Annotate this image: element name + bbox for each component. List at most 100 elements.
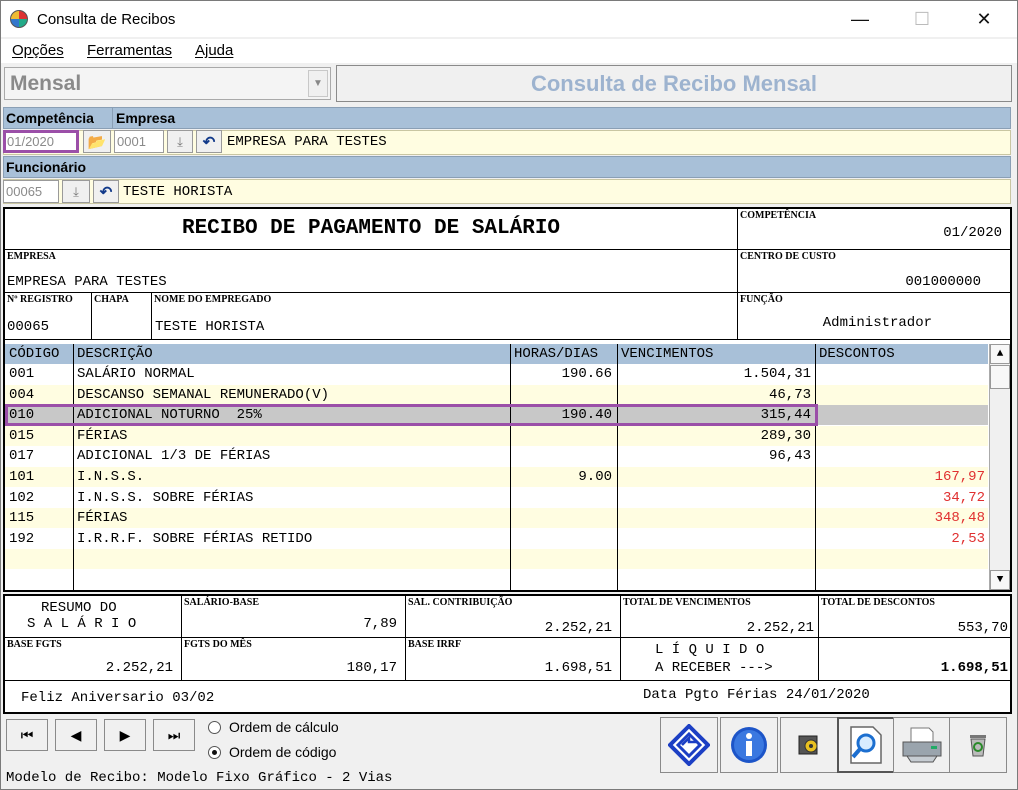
cell-codigo: 101 (9, 469, 35, 485)
centro-custo-caption: CENTRO DE CUSTO (740, 251, 836, 262)
total-vencimentos-caption: TOTAL DE VENCIMENTOS (623, 597, 751, 608)
first-record-button[interactable]: ⏮ (6, 719, 48, 751)
base-irrf-value: 1.698,51 (544, 660, 612, 676)
sal-contribuicao-caption: SAL. CONTRIBUIÇÃO (408, 597, 513, 608)
scroll-down-icon[interactable]: ▼ (990, 570, 1010, 590)
summary: RESUMO DO S A L Á R I O SALÁRIO-BASE 7,8… (3, 594, 1012, 714)
window-title: Consulta de Recibos (37, 11, 176, 28)
base-fgts-value: 2.252,21 (105, 660, 173, 676)
table-row[interactable]: 017 ADICIONAL 1/3 DE FÉRIAS 96,43 (5, 446, 988, 467)
selected-row-highlight (5, 404, 818, 427)
scroll-up-icon[interactable]: ▲ (990, 344, 1010, 364)
sync-button[interactable] (660, 717, 718, 773)
liquido-line1: L Í Q U I D O (655, 642, 765, 658)
download-icon[interactable]: ⤓ (62, 180, 90, 203)
table-row[interactable]: 004 DESCANSO SEMANAL REMUNERADO(V) 46,73 (5, 384, 988, 405)
col-descricao[interactable]: DESCRIÇÃO (77, 346, 153, 362)
col-horas[interactable]: HORAS/DIAS (514, 346, 598, 362)
competencia-value: 01/2020 (943, 225, 1002, 241)
window: Consulta de Recibos — ☐ ✕ Opções Ferrame… (0, 0, 1018, 790)
order-codigo-radio[interactable]: Ordem de código (208, 744, 336, 760)
chevron-down-icon[interactable]: ▼ (308, 70, 328, 97)
empresa-caption: EMPRESA (7, 251, 56, 262)
base-fgts-caption: BASE FGTS (7, 639, 62, 650)
table-row[interactable]: 001 SALÁRIO NORMAL 190.66 1.504,31 (5, 364, 988, 384)
data-pgto-ferias: Data Pgto Férias 24/01/2020 (643, 687, 870, 703)
minimize-icon: — (851, 8, 869, 29)
cell-horas: 190.66 (561, 366, 612, 382)
chapa-cell: CHAPA (92, 293, 152, 340)
cell-descricao: SALÁRIO NORMAL (77, 366, 195, 382)
resumo-cell: RESUMO DO S A L Á R I O (5, 596, 182, 638)
preview-button[interactable] (837, 717, 895, 773)
menu-ferramentas[interactable]: Ferramentas (87, 42, 172, 59)
next-icon: ▶ (119, 726, 131, 743)
close-icon: ✕ (976, 8, 992, 29)
minimize-button[interactable]: — (837, 1, 883, 37)
grid-scrollbar[interactable]: ▲ ▼ (989, 344, 1010, 590)
cell-codigo: 017 (9, 448, 35, 465)
receipt-title: RECIBO DE PAGAMENTO DE SALÁRIO (181, 217, 561, 240)
last-record-button[interactable]: ⏭ (153, 719, 195, 751)
close-button[interactable]: ✕ (961, 1, 1007, 37)
cell-codigo: 004 (9, 386, 35, 403)
previous-record-button[interactable]: ◀ (55, 719, 97, 751)
table-row[interactable]: 102 I.N.S.S. SOBRE FÉRIAS 34,72 (5, 487, 988, 508)
funcionario-label: Funcionário (6, 159, 87, 175)
funcionario-header: Funcionário (3, 156, 1011, 178)
total-descontos-value: 553,70 (957, 620, 1008, 636)
resumo-line2: S A L Á R I O (27, 616, 137, 632)
grid-divider (815, 344, 816, 590)
menu-opcoes[interactable]: Opções (12, 42, 64, 59)
liquido-value-cell: 1.698,51 (819, 638, 1010, 681)
radio-icon (208, 721, 221, 734)
table-row[interactable]: 115 FÉRIAS 348,48 (5, 508, 988, 529)
table-row[interactable]: 015 FÉRIAS 289,30 (5, 425, 988, 446)
menu-ajuda[interactable]: Ajuda (195, 42, 233, 59)
fgts-mes-cell: FGTS DO MÊS 180,17 (182, 638, 406, 681)
cell-codigo: 115 (9, 510, 35, 527)
table-row[interactable]: 101 I.N.S.S. 9.00 167,97 (5, 467, 988, 487)
competencia-field[interactable]: 01/2020 (3, 130, 79, 153)
funcionario-name: TESTE HORISTA (123, 184, 233, 200)
menu-bar: Opções Ferramentas Ajuda (1, 39, 1017, 63)
col-codigo[interactable]: CÓDIGO (9, 346, 59, 362)
grid-divider (510, 344, 511, 590)
funcionario-code-field[interactable]: 00065 (3, 180, 59, 203)
base-irrf-caption: BASE IRRF (408, 639, 462, 650)
maximize-icon: ☐ (913, 8, 931, 29)
scroll-thumb[interactable] (990, 365, 1010, 389)
nome-caption: NOME DO EMPREGADO (154, 294, 272, 305)
cell-vencimentos: 46,73 (768, 386, 811, 403)
sal-contribuicao-value: 2.252,21 (544, 620, 612, 636)
table-row[interactable]: 192 I.R.R.F. SOBRE FÉRIAS RETIDO 2,53 (5, 528, 988, 549)
mode-select[interactable]: Mensal ▼ (4, 67, 331, 100)
next-record-button[interactable]: ▶ (104, 719, 146, 751)
settings-button[interactable] (780, 717, 838, 773)
empresa-cell: EMPRESA EMPRESA PARA TESTES (5, 250, 738, 293)
fgts-mes-caption: FGTS DO MÊS (184, 639, 252, 650)
salario-base-value: 7,89 (363, 616, 397, 632)
info-icon (731, 727, 767, 763)
cell-vencimentos: 289,30 (760, 427, 811, 444)
col-descontos[interactable]: DESCONTOS (819, 346, 895, 362)
gear-document-icon (798, 735, 818, 755)
print-button[interactable] (893, 717, 951, 773)
grid-header: CÓDIGO DESCRIÇÃO HORAS/DIAS VENCIMENTOS … (5, 344, 988, 364)
order-codigo-label: Ordem de código (229, 744, 337, 760)
undo-icon[interactable]: ↶ (196, 130, 222, 153)
info-button[interactable] (720, 717, 778, 773)
cell-descricao: FÉRIAS (77, 510, 128, 527)
liquido-line2: A RECEBER ---> (655, 660, 773, 676)
download-icon[interactable]: ⤓ (167, 130, 193, 153)
undo-icon[interactable]: ↶ (93, 180, 119, 203)
delete-button[interactable] (949, 717, 1007, 773)
col-vencimentos[interactable]: VENCIMENTOS (621, 346, 713, 362)
empresa-code-field[interactable]: 0001 (114, 130, 164, 153)
order-calculo-radio[interactable]: Ordem de cálculo (208, 719, 339, 735)
total-vencimentos-value: 2.252,21 (746, 620, 814, 636)
folder-open-icon[interactable]: 📂 (83, 130, 111, 153)
maximize-button[interactable]: ☐ (899, 1, 945, 37)
table-row[interactable] (5, 549, 988, 570)
mode-select-value: Mensal (10, 72, 82, 95)
